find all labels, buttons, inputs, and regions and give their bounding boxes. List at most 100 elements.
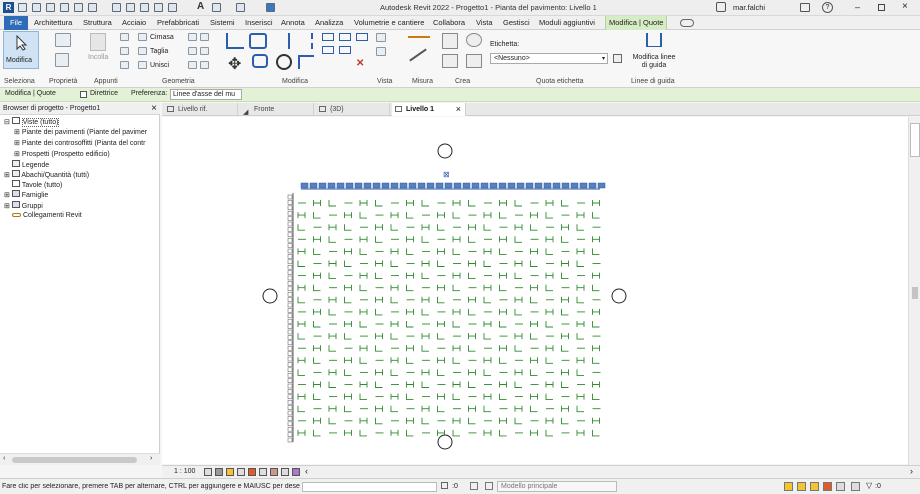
create-assembly-icon[interactable] [466,54,482,68]
panel-seleziona[interactable]: Seleziona [4,78,35,85]
move-icon[interactable]: ✥ [228,54,241,74]
tree-item-famiglie[interactable]: ⊞ Famiglie [4,190,48,199]
tree-item-piante-controsoffitti[interactable]: ⊞ Piante dei controsoffitti (Pianta del … [14,139,145,147]
scroll-right-icon-2[interactable]: › [910,466,913,476]
tab-struttura[interactable]: Struttura [80,16,115,30]
tree-item-viste[interactable]: ⊟ Viste (tutto) [4,117,60,127]
properties-icon[interactable] [55,53,69,67]
close-tab-icon[interactable]: × [456,103,461,116]
rotate-icon[interactable] [276,54,292,70]
tag-icon[interactable] [140,3,149,12]
select-links-icon[interactable] [784,482,793,491]
tab-volumetrie[interactable]: Volumetrie e cantiere [351,16,427,30]
user-search-icon[interactable] [716,2,726,12]
sync-status-icon[interactable] [441,482,448,489]
trim-icon[interactable] [322,46,334,54]
demolish-icon[interactable] [188,61,197,69]
dimension-icon[interactable] [126,3,135,12]
paint-icon[interactable] [188,47,197,55]
design-option-select[interactable]: Modello principale [497,481,617,492]
tab-collabora[interactable]: Collabora [430,16,468,30]
browser-hscroll[interactable]: ‹ › [0,453,160,465]
temp-view-icon[interactable] [292,468,300,476]
vertical-scrollbar[interactable] [908,117,920,465]
modifica-button[interactable]: Modifica [3,31,39,69]
measure-distance-icon[interactable] [408,36,430,38]
workset-field[interactable] [302,482,437,492]
minimize-icon[interactable]: – [855,3,860,12]
switch-windows-icon[interactable] [266,3,275,12]
visual-style-icon[interactable] [215,468,223,476]
tab-architettura[interactable]: Architettura [31,16,75,30]
tab-analizza[interactable]: Analizza [312,16,346,30]
preferenza-select[interactable]: Linee d'asse del mu [170,89,242,100]
taglia-button[interactable]: Taglia [150,48,168,55]
wrench-icon[interactable] [200,61,209,69]
tab-acciaio[interactable]: Acciaio [119,16,149,30]
detail-level-icon[interactable] [204,468,212,476]
tab-livello-rif[interactable]: Livello rif. [164,103,238,116]
tree-item-abachi[interactable]: ⊞ Abachi/Quantità (tutti) [4,170,89,179]
tab-livello-1[interactable]: Livello 1 × [392,103,466,116]
copy-element-icon[interactable] [252,54,268,68]
open-icon[interactable] [18,3,27,12]
elevation-icon[interactable] [168,3,177,12]
tab-fronte[interactable]: ◢ Fronte [240,103,314,116]
select-underlay-icon[interactable] [797,482,806,491]
tab-gestisci[interactable]: Gestisci [500,16,533,30]
drawing-canvas[interactable]: ⊠ [162,117,908,464]
create-parts-icon[interactable] [442,54,458,68]
create-similar-icon[interactable] [442,33,458,49]
editable-only-icon[interactable] [470,482,478,490]
revit-logo-icon[interactable]: R [3,2,14,13]
tree-item-gruppi[interactable]: ⊞ Gruppi [4,201,43,210]
floor-plan-drawing[interactable]: ⊠ [162,117,908,464]
tab-inserisci[interactable]: Inserisci [242,16,276,30]
crop-visibility-icon[interactable] [259,468,267,476]
filter-icon[interactable]: ▽ [866,481,872,490]
scale-label[interactable]: 1 : 100 [174,468,195,475]
cart-icon[interactable] [800,3,810,12]
cut-icon[interactable] [120,33,129,41]
print-icon[interactable] [88,3,97,12]
offset-icon[interactable] [249,33,267,49]
align-icon[interactable] [226,33,244,49]
remove-paint-icon[interactable] [200,47,209,55]
scroll-right-icon[interactable]: › [150,455,152,462]
mirror-draw-icon[interactable] [295,33,313,49]
move-small-icon[interactable] [322,33,334,41]
direttrice-checkbox[interactable] [80,91,87,98]
cimasa-button[interactable]: Cimasa [150,34,174,41]
drag-elements-icon[interactable] [836,482,845,491]
trim-extend-icon[interactable] [298,55,314,69]
3d-view-icon[interactable] [212,3,221,12]
match-icon[interactable] [120,61,129,69]
tab-vista[interactable]: Vista [473,16,496,30]
close-browser-icon[interactable]: × [151,103,157,114]
tree-item-piante-pavimenti[interactable]: ⊞ Piante dei pavimenti (Piante del pavim… [14,128,147,136]
split-face-icon[interactable] [200,33,209,41]
sun-path-icon[interactable] [226,468,234,476]
tab-3d[interactable]: {3D} [316,103,390,116]
undo-icon[interactable] [60,3,69,12]
text-icon[interactable]: A [197,1,204,12]
help-icon[interactable]: ? [822,2,833,13]
redo-icon[interactable] [74,3,83,12]
close-icon[interactable]: × [902,1,908,12]
select-by-face-icon[interactable] [823,482,832,491]
maximize-icon[interactable] [878,4,885,11]
rotate-small-icon[interactable] [356,33,368,41]
design-options-icon[interactable] [485,482,493,490]
user-name[interactable]: mar.falchi [733,3,765,12]
shadows-icon[interactable] [237,468,245,476]
hide-isolate-icon[interactable] [270,468,278,476]
tree-item-collegamenti[interactable]: Collegamenti Revit [12,212,82,219]
tab-file[interactable]: File [4,16,29,30]
navigation-bar[interactable] [910,123,920,157]
mirror-axis-icon[interactable] [272,33,290,49]
tab-sistemi[interactable]: Sistemi [207,16,238,30]
split-icon[interactable] [339,46,351,54]
ribbon-toggle-icon[interactable] [680,19,694,27]
tree-item-prospetti[interactable]: ⊞ Prospetti (Prospetto edificio) [14,150,110,158]
wall-joins-icon[interactable] [188,33,197,41]
